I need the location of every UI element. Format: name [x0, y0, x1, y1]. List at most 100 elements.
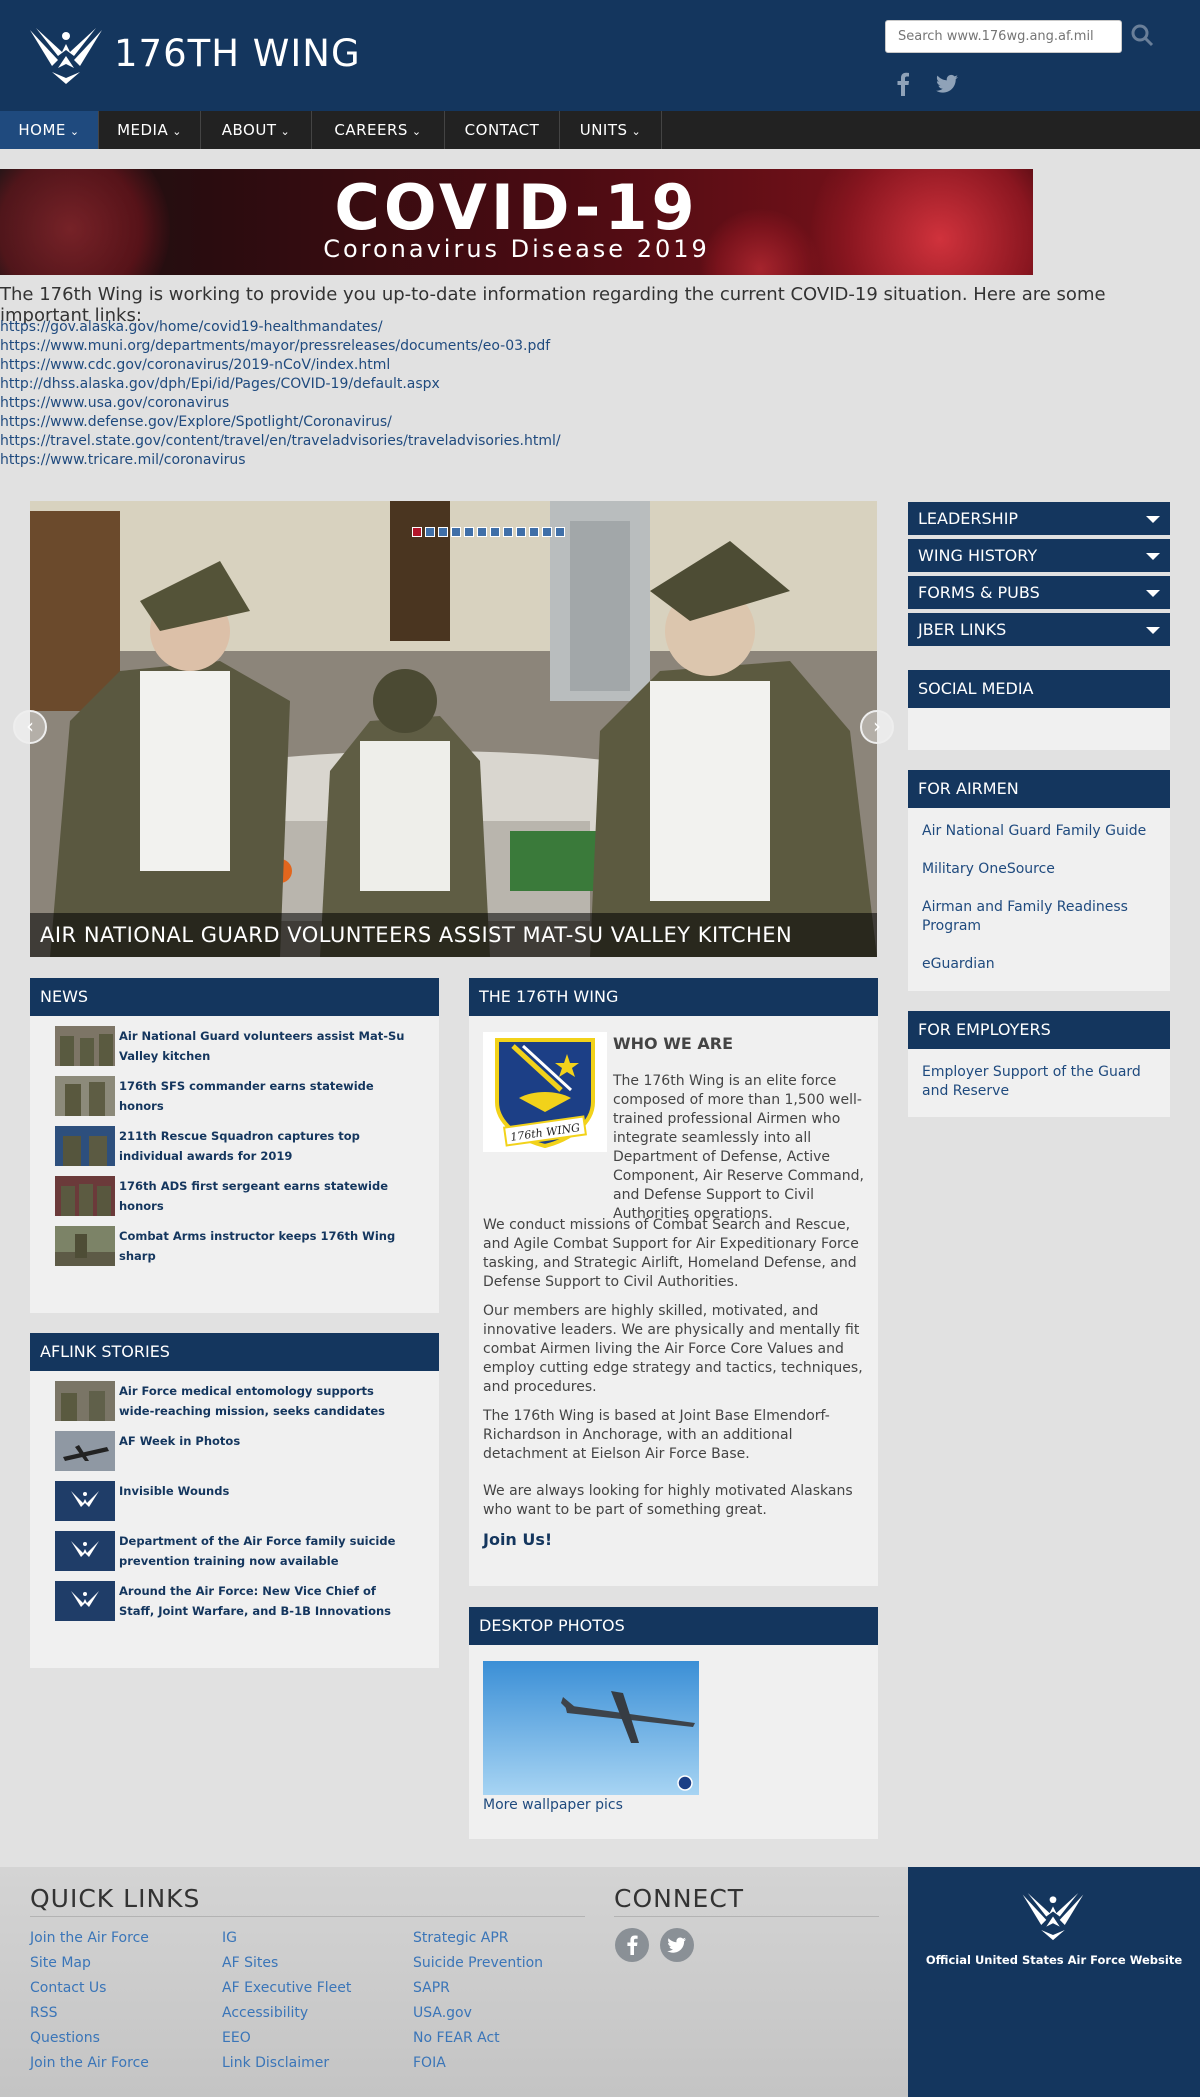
covid-banner[interactable]: COVID-19 Coronavirus Disease 2019: [0, 169, 1033, 275]
carousel-dot[interactable]: [438, 527, 448, 537]
footer-link[interactable]: EEO: [222, 2026, 351, 2051]
carousel-dot[interactable]: [503, 527, 513, 537]
site-title[interactable]: 176TH WING: [114, 32, 361, 75]
nav-careers[interactable]: CAREERS ⌄: [312, 111, 445, 149]
footer-link[interactable]: Accessibility: [222, 2001, 351, 2026]
carousel-dot[interactable]: [412, 527, 422, 537]
carousel-dot[interactable]: [529, 527, 539, 537]
wallpaper-thumbnail[interactable]: [483, 1661, 699, 1795]
carousel-caption[interactable]: AIR NATIONAL GUARD VOLUNTEERS ASSIST MAT…: [30, 913, 877, 957]
list-item[interactable]: Department of the Air Force family suici…: [55, 1531, 439, 1581]
list-item[interactable]: AF Week in Photos: [55, 1431, 439, 1481]
aflink-link[interactable]: Around the Air Force: New Vice Chief of …: [119, 1581, 409, 1631]
facebook-icon[interactable]: [893, 72, 913, 96]
carousel-dot[interactable]: [490, 527, 500, 537]
facebook-icon[interactable]: [615, 1928, 649, 1962]
covid-link[interactable]: https://www.cdc.gov/coronavirus/2019-nCo…: [0, 356, 561, 375]
footer-link[interactable]: FOIA: [413, 2051, 543, 2076]
footer-link[interactable]: Suicide Prevention: [413, 1951, 543, 1976]
nav-home[interactable]: HOME ⌄: [0, 111, 99, 149]
footer-link[interactable]: Join the Air Force: [30, 1926, 149, 1951]
news-link[interactable]: Combat Arms instructor keeps 176th Wing …: [119, 1226, 409, 1276]
footer-link[interactable]: No FEAR Act: [413, 2026, 543, 2051]
footer-link[interactable]: USA.gov: [413, 2001, 543, 2026]
carousel-next-icon[interactable]: ›: [860, 710, 894, 744]
footer-link[interactable]: Strategic APR: [413, 1926, 543, 1951]
aflink-link[interactable]: Invisible Wounds: [119, 1481, 409, 1531]
airmen-link[interactable]: Airman and Family Readiness Program: [908, 898, 1148, 936]
forms-pubs-menu[interactable]: FORMS & PUBS: [908, 576, 1170, 609]
footer-link[interactable]: AF Executive Fleet: [222, 1976, 351, 2001]
search-icon[interactable]: [1130, 23, 1156, 49]
covid-link[interactable]: https://www.defense.gov/Explore/Spotligh…: [0, 413, 561, 432]
who-we-are-heading: WHO WE ARE: [613, 1034, 733, 1053]
carousel-dot[interactable]: [477, 527, 487, 537]
footer-link[interactable]: AF Sites: [222, 1951, 351, 1976]
footer-link[interactable]: SAPR: [413, 1976, 543, 2001]
more-wallpaper-link[interactable]: More wallpaper pics: [483, 1797, 623, 1813]
list-item[interactable]: Air Force medical entomology supports wi…: [55, 1381, 439, 1431]
aflink-link[interactable]: AF Week in Photos: [119, 1431, 409, 1481]
footer-link[interactable]: Join the Air Force: [30, 2051, 149, 2076]
airmen-link[interactable]: eGuardian: [908, 955, 1170, 974]
covid-link[interactable]: https://gov.alaska.gov/home/covid19-heal…: [0, 318, 561, 337]
covid-link[interactable]: http://dhss.alaska.gov/dph/Epi/id/Pages/…: [0, 375, 561, 394]
wing-panel: THE 176TH WING 176th WING WHO WE ARE The…: [469, 978, 878, 1586]
carousel-dot[interactable]: [555, 527, 565, 537]
carousel-prev-icon[interactable]: ‹: [13, 710, 47, 744]
list-item[interactable]: Invisible Wounds: [55, 1481, 439, 1531]
hero-carousel[interactable]: AIR NATIONAL GUARD VOLUNTEERS ASSIST MAT…: [30, 501, 877, 957]
carousel-dot[interactable]: [451, 527, 461, 537]
af-site-panel[interactable]: Official United States Air Force Website: [908, 1867, 1200, 2097]
twitter-icon[interactable]: [936, 74, 958, 94]
wing-emblem: 176th WING: [483, 1032, 607, 1152]
news-panel: NEWS Air National Guard volunteers assis…: [30, 978, 439, 1313]
news-link[interactable]: 211th Rescue Squadron captures top indiv…: [119, 1126, 409, 1176]
list-item[interactable]: Around the Air Force: New Vice Chief of …: [55, 1581, 439, 1631]
nav-units[interactable]: UNITS ⌄: [560, 111, 662, 149]
covid-link[interactable]: https://www.usa.gov/coronavirus: [0, 394, 561, 413]
twitter-icon[interactable]: [660, 1928, 694, 1962]
footer-link[interactable]: Questions: [30, 2026, 149, 2051]
news-link[interactable]: 176th SFS commander earns statewide hono…: [119, 1076, 409, 1126]
footer-link[interactable]: IG: [222, 1926, 351, 1951]
airmen-link[interactable]: Military OneSource: [908, 860, 1170, 879]
footer-link[interactable]: Contact Us: [30, 1976, 149, 2001]
aflink-link[interactable]: Department of the Air Force family suici…: [119, 1531, 409, 1581]
air-force-logo-icon[interactable]: [28, 22, 104, 84]
news-link[interactable]: Air National Guard volunteers assist Mat…: [119, 1026, 409, 1076]
carousel-dot[interactable]: [516, 527, 526, 537]
air-force-logo-icon: [55, 1481, 115, 1521]
news-thumbnail: [55, 1226, 115, 1266]
list-item[interactable]: 211th Rescue Squadron captures top indiv…: [55, 1126, 439, 1176]
list-item[interactable]: 176th ADS first sergeant earns statewide…: [55, 1176, 439, 1226]
carousel-dot[interactable]: [542, 527, 552, 537]
wing-history-menu[interactable]: WING HISTORY: [908, 539, 1170, 572]
airmen-link[interactable]: Air National Guard Family Guide: [908, 822, 1170, 841]
covid-link[interactable]: https://www.tricare.mil/coronavirus: [0, 451, 561, 470]
wing-paragraph: The 176th Wing is an elite force compose…: [613, 1073, 864, 1222]
covid-link[interactable]: https://www.muni.org/departments/mayor/p…: [0, 337, 561, 356]
list-item[interactable]: Air National Guard volunteers assist Mat…: [55, 1026, 439, 1076]
footer-link[interactable]: RSS: [30, 2001, 149, 2026]
join-us-link[interactable]: Join Us!: [483, 1530, 863, 1549]
footer-link[interactable]: Site Map: [30, 1951, 149, 1976]
news-link[interactable]: 176th ADS first sergeant earns statewide…: [119, 1176, 409, 1226]
nav-about[interactable]: ABOUT ⌄: [201, 111, 312, 149]
search-input[interactable]: [885, 20, 1122, 53]
covid-links-list: https://gov.alaska.gov/home/covid19-heal…: [0, 318, 561, 470]
leadership-menu[interactable]: LEADERSHIP: [908, 502, 1170, 535]
caret-down-icon: [1146, 627, 1160, 634]
carousel-dot[interactable]: [464, 527, 474, 537]
covid-link[interactable]: https://travel.state.gov/content/travel/…: [0, 432, 561, 451]
footer-link[interactable]: Link Disclaimer: [222, 2051, 351, 2076]
jber-links-menu[interactable]: JBER LINKS: [908, 613, 1170, 646]
aflink-link[interactable]: Air Force medical entomology supports wi…: [119, 1381, 409, 1431]
wing-heading: THE 176TH WING: [469, 978, 878, 1016]
employers-link[interactable]: Employer Support of the Guard and Reserv…: [908, 1063, 1148, 1101]
list-item[interactable]: Combat Arms instructor keeps 176th Wing …: [55, 1226, 439, 1276]
carousel-dot[interactable]: [425, 527, 435, 537]
nav-contact[interactable]: CONTACT: [445, 111, 560, 149]
list-item[interactable]: 176th SFS commander earns statewide hono…: [55, 1076, 439, 1126]
nav-media[interactable]: MEDIA ⌄: [99, 111, 201, 149]
